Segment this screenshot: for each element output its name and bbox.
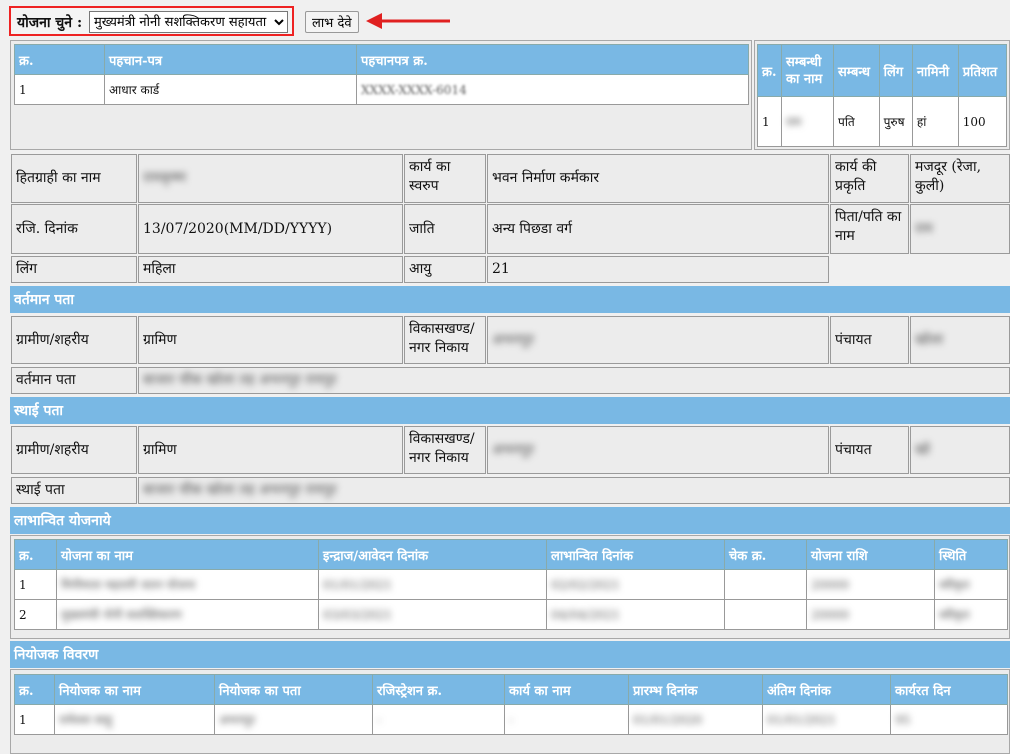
age-value: 21 xyxy=(487,256,829,283)
scheme-select-box: योजना चुने : मुख्यमंत्री नोनी सशक्तिकरण … xyxy=(9,6,294,36)
table-row: 2 मुख्यमंत्री नोनी सशक्तिकरण 03/03/2021 … xyxy=(14,599,1008,630)
work-type-value: भवन निर्माण कर्मकार xyxy=(487,154,829,203)
father-label: पिता/पति का नाम xyxy=(830,204,909,254)
beneficiary-label: हितग्राही का नाम xyxy=(11,154,137,203)
work-nature-label: कार्य की प्रकृति xyxy=(830,154,909,203)
current-panchayat-value: खोला xyxy=(915,331,944,348)
reg-date-label: रजि. दिनांक xyxy=(11,204,137,254)
id-col-number: पहचानपत्र क्र. xyxy=(356,44,749,75)
benefits-table: क्र. योजना का नाम इन्द्राज/आवेदन दिनांक … xyxy=(14,539,1008,630)
permanent-panchayat-label: पंचायत xyxy=(830,426,909,474)
permanent-address-label: स्थाई पता xyxy=(11,477,137,504)
caste-value: अन्य पिछडा वर्ग xyxy=(487,204,829,254)
permanent-address-header: स्थाई पता xyxy=(10,397,1010,424)
gender-label: लिंग xyxy=(11,256,137,283)
father-value: राम xyxy=(915,220,933,237)
scheme-select[interactable]: मुख्यमंत्री नोनी सशक्तिकरण सहायता xyxy=(89,11,288,33)
current-rural-value: ग्रामिण xyxy=(138,316,403,364)
current-panchayat-label: पंचायत xyxy=(830,316,909,364)
employer-table: क्र. नियोजक का नाम नियोजक का पता रजिस्ट्… xyxy=(14,674,1008,735)
table-row: 1 मिनीमाता महतारी जतन योजना 01/01/2021 0… xyxy=(14,569,1008,600)
scheme-select-label: योजना चुने : xyxy=(17,15,83,31)
id-col-doc: पहचान-पत्र xyxy=(104,44,357,75)
permanent-rural-value: ग्रामिण xyxy=(138,426,403,474)
caste-label: जाति xyxy=(404,204,486,254)
permanent-address-value: बाजार चौक खोला तह अभनपुर रायपुर xyxy=(143,482,337,498)
work-nature-value: मजदूर (रेजा, कुली) xyxy=(910,154,1010,203)
beneficiary-value: रामकृष्ण xyxy=(143,170,187,186)
current-block-value: अभनपुर xyxy=(492,331,534,348)
current-rural-label: ग्रामीण/शहरीय xyxy=(11,316,137,364)
current-address-value: बाजार चौक खोला तह अभनपुर रायपुर xyxy=(143,372,337,388)
permanent-block-label: विकासखण्ड/ नगर निकाय xyxy=(404,426,486,474)
permanent-block-value: अभनपुर xyxy=(492,441,534,458)
work-type-label: कार्य का स्वरुप xyxy=(404,154,486,203)
permanent-panchayat-value: खो xyxy=(915,441,931,458)
give-benefit-button[interactable]: लाभ देवे xyxy=(305,11,359,33)
gender-value: महिला xyxy=(138,256,403,283)
id-col-sr: क्र. xyxy=(14,44,105,75)
id-table: क्र. पहचान-पत्र पहचानपत्र क्र. 1 आधार का… xyxy=(14,44,749,105)
permanent-rural-label: ग्रामीण/शहरीय xyxy=(11,426,137,474)
table-row: 1 राम पति पुरुष हां 100 xyxy=(757,96,1008,147)
id-number-value: XXXX-XXXX-6014 xyxy=(361,82,467,97)
age-label: आयु xyxy=(404,256,486,283)
benefits-header: लाभान्वित योजनाये xyxy=(10,507,1010,534)
employer-header: नियोजक विवरण xyxy=(10,641,1010,668)
current-block-label: विकासखण्ड/ नगर निकाय xyxy=(404,316,486,364)
current-address-header: वर्तमान पता xyxy=(10,286,1010,313)
red-arrow-annotation xyxy=(366,13,450,29)
table-row: 1 रामेश्वर साहू अभनपुर - - 01/01/2020 01… xyxy=(14,704,1008,735)
table-row: 1 आधार कार्ड XXXX-XXXX-6014 xyxy=(14,74,749,105)
current-address-label: वर्तमान पता xyxy=(11,367,137,394)
reg-date-value: 13/07/2020(MM/DD/YYYY) xyxy=(138,204,403,254)
nominee-table: क्र. सम्बन्धी का नाम सम्बन्ध लिंग नामिनी… xyxy=(757,44,1008,147)
